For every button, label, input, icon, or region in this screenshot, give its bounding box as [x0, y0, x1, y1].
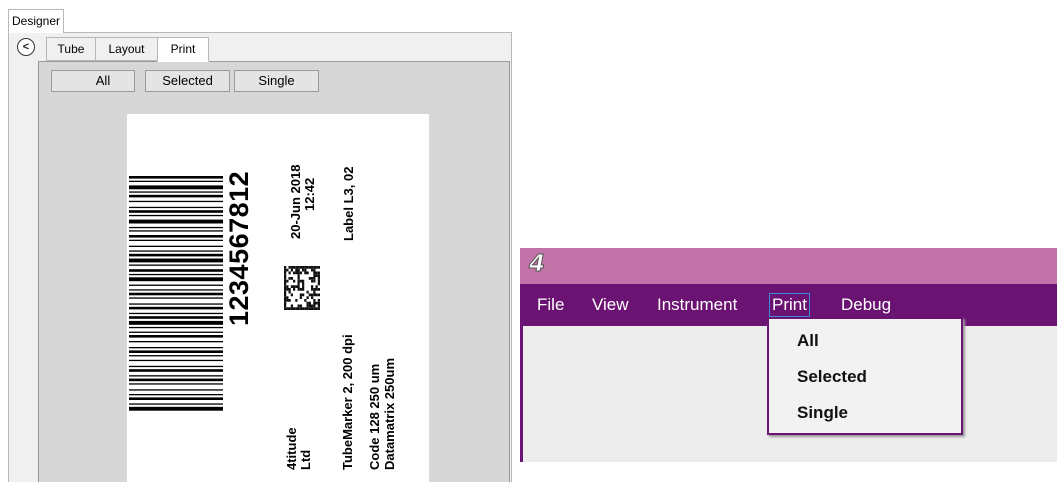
print-all-button[interactable]: All — [51, 70, 135, 92]
back-circle-icon[interactable]: < — [17, 38, 35, 56]
label-datamatrix-text: Datamatrix 250um — [382, 358, 397, 470]
tab-layout[interactable]: Layout — [95, 37, 158, 61]
label-code128-text: Code 128 250 um — [367, 363, 382, 470]
menu-instrument[interactable]: Instrument — [657, 294, 737, 316]
tab-print[interactable]: Print — [157, 37, 209, 62]
print-single-button[interactable]: Single — [234, 70, 319, 92]
print-menu-item-all[interactable]: All — [769, 325, 961, 361]
tab-tube[interactable]: Tube — [46, 37, 96, 61]
menu-file[interactable]: File — [537, 294, 564, 316]
print-preview-area: All Selected Single 1234567812 20-Jun 20… — [38, 61, 510, 482]
print-menu-item-selected[interactable]: Selected — [769, 361, 961, 397]
app-window: 4 File View Instrument Print Debug All S… — [520, 248, 1057, 470]
barcode-number-text: 1234567812 — [224, 170, 254, 326]
print-selected-button[interactable]: Selected — [145, 70, 230, 92]
label-preview: 1234567812 20-Jun 2018 12:42 Label L3, 0… — [127, 114, 429, 482]
designer-body: < Tube Layout Print All Selected Single … — [8, 32, 512, 482]
menu-debug[interactable]: Debug — [841, 294, 891, 316]
label-printer-text: TubeMarker 2, 200 dpi — [340, 334, 355, 470]
menu-view[interactable]: View — [592, 294, 629, 316]
label-code-text: Label L3, 02 — [341, 166, 356, 241]
label-company-suffix-text: Ltd — [298, 449, 313, 470]
label-date-text: 20-Jun 2018 — [288, 164, 303, 239]
designer-panel: Designer < Tube Layout Print All Selecte… — [8, 9, 512, 482]
menu-print[interactable]: Print — [769, 293, 810, 317]
label-company-text: 4titude — [284, 427, 299, 470]
print-all-label: All — [95, 73, 111, 88]
title-bar: 4 — [520, 248, 1057, 284]
app-logo-icon: 4 — [528, 251, 546, 278]
designer-tab[interactable]: Designer — [8, 9, 64, 33]
print-menu-item-single[interactable]: Single — [769, 397, 961, 433]
datamatrix-image — [284, 266, 320, 310]
label-time-text: 12:42 — [302, 177, 317, 211]
print-dropdown-menu: All Selected Single — [767, 317, 963, 435]
